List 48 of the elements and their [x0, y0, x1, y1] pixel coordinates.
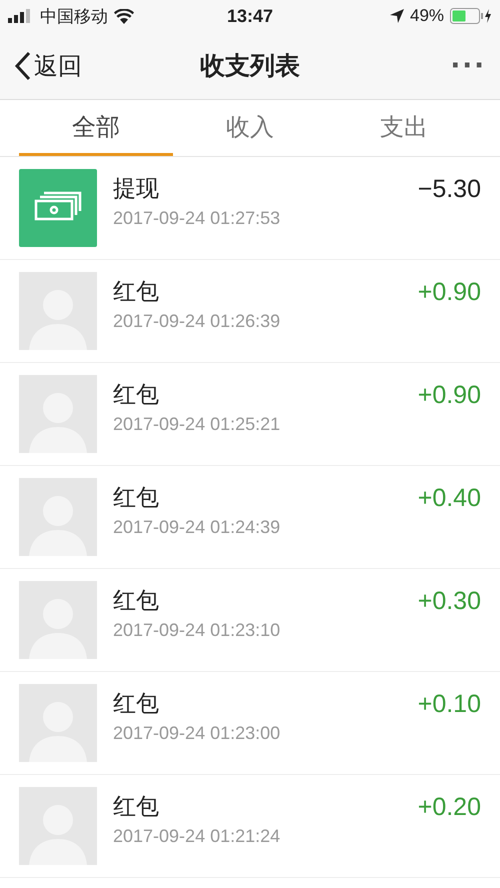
filter-tab[interactable]: 收入 — [173, 100, 327, 156]
transaction-amount: −5.30 — [418, 174, 481, 204]
battery-percent: 49% — [410, 6, 444, 26]
carrier-name: 中国移动 — [40, 6, 108, 28]
transaction-row[interactable]: 红包 2017-09-24 01:21:24 +0.20 — [0, 775, 500, 878]
battery-charging-icon — [450, 8, 492, 24]
page-title: 收支列表 — [199, 50, 301, 82]
more-button[interactable]: ··· — [366, 50, 486, 80]
transaction-amount: +0.30 — [418, 586, 481, 616]
transaction-title: 红包 — [113, 793, 160, 822]
avatar-placeholder-icon — [19, 478, 97, 556]
transaction-row[interactable]: 红包 2017-09-24 01:23:10 +0.30 — [0, 569, 500, 672]
transaction-amount: +0.90 — [418, 277, 481, 307]
avatar-placeholder-icon — [19, 787, 97, 865]
transaction-amount: +0.40 — [418, 483, 481, 513]
location-arrow-icon — [390, 9, 404, 23]
transaction-row[interactable]: 红包 2017-09-24 01:26:39 +0.90 — [0, 260, 500, 363]
transaction-title: 红包 — [113, 278, 160, 307]
avatar-placeholder-icon — [19, 272, 97, 350]
transaction-title: 红包 — [113, 587, 160, 616]
transaction-time: 2017-09-24 01:24:39 — [113, 517, 282, 538]
transaction-row[interactable]: 提现 2017-09-24 01:27:53 −5.30 — [0, 157, 500, 260]
clock-time: 13:47 — [226, 6, 274, 26]
avatar-placeholder-icon — [19, 684, 97, 762]
transaction-title: 红包 — [113, 381, 160, 410]
transaction-time: 2017-09-24 01:21:24 — [113, 826, 282, 847]
cash-icon — [19, 169, 97, 247]
transaction-time: 2017-09-24 01:23:10 — [113, 620, 282, 641]
transaction-title: 红包 — [113, 690, 160, 719]
filter-tab[interactable]: 支出 — [327, 100, 481, 156]
transaction-amount: +0.10 — [418, 689, 481, 719]
transaction-time: 2017-09-24 01:27:53 — [113, 208, 282, 229]
transaction-row[interactable]: 红包 2017-09-24 01:23:00 +0.10 — [0, 672, 500, 775]
transaction-title: 红包 — [113, 484, 160, 513]
transaction-time: 2017-09-24 01:25:21 — [113, 414, 282, 435]
transaction-time: 2017-09-24 01:23:00 — [113, 723, 282, 744]
filter-tab[interactable]: 全部 — [19, 100, 173, 156]
transaction-time: 2017-09-24 01:26:39 — [113, 311, 282, 332]
avatar-placeholder-icon — [19, 375, 97, 453]
back-chevron-icon — [14, 50, 32, 80]
wifi-icon — [114, 8, 134, 24]
back-button[interactable]: 返回 — [14, 50, 134, 82]
transaction-amount: +0.20 — [418, 792, 481, 822]
transaction-row[interactable]: 红包 2017-09-24 01:24:39 +0.40 — [0, 466, 500, 569]
transaction-amount: +0.90 — [418, 380, 481, 410]
avatar-placeholder-icon — [19, 581, 97, 659]
transaction-row[interactable]: 红包 2017-09-24 01:25:21 +0.90 — [0, 363, 500, 466]
transaction-title: 提现 — [113, 175, 160, 204]
